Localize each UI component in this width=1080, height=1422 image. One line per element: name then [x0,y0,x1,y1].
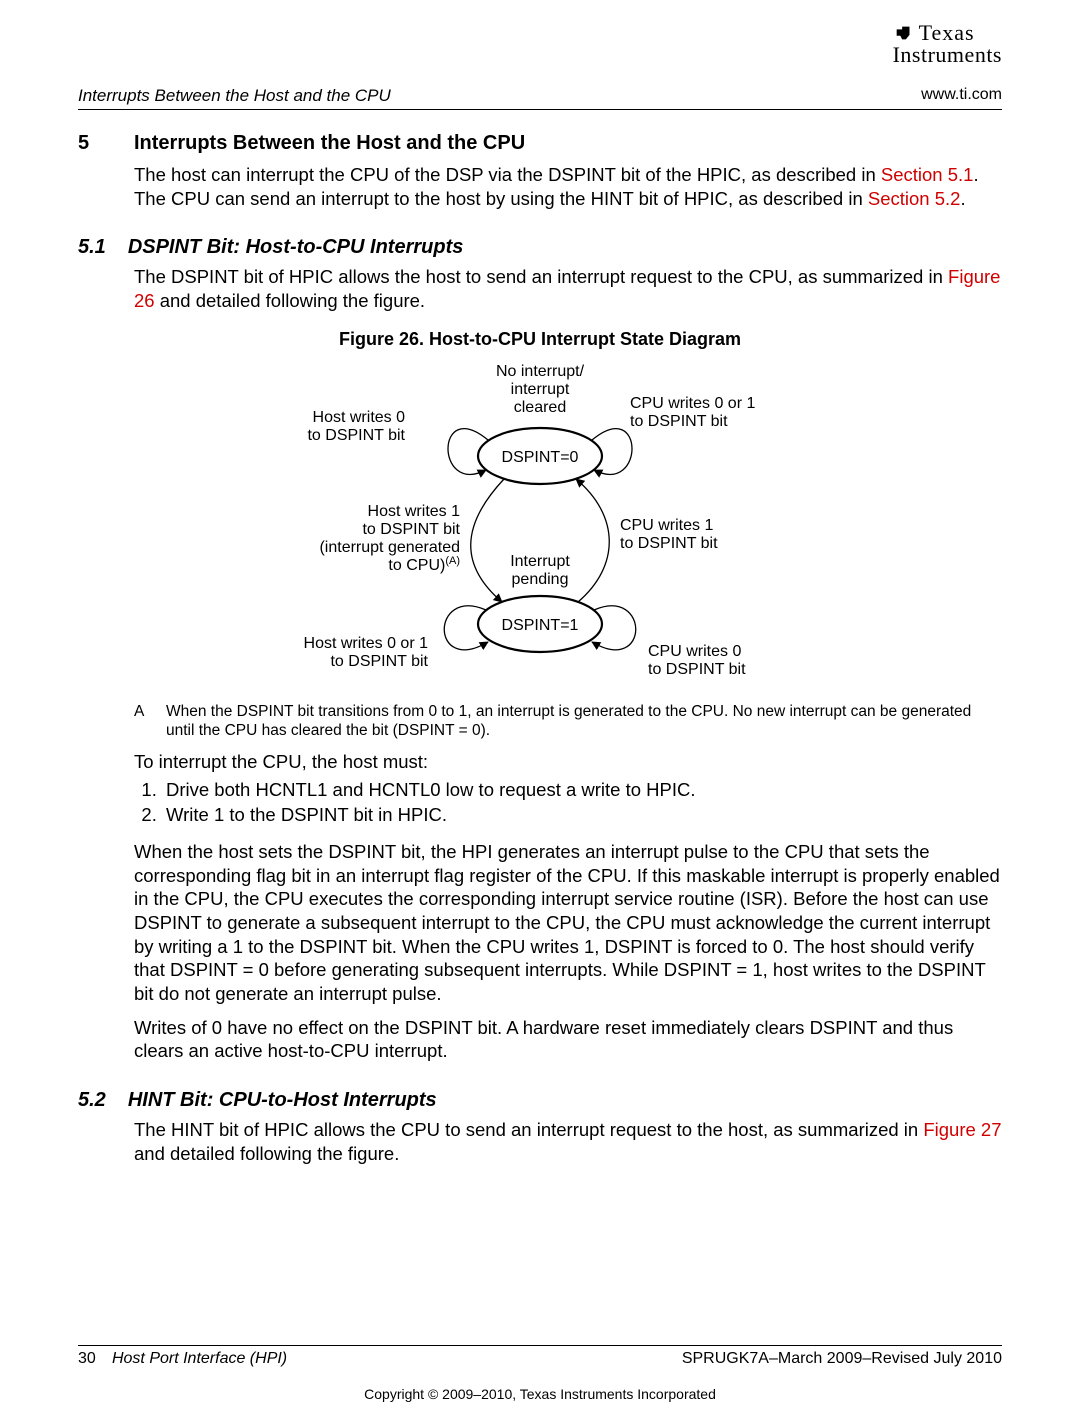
page-number: 30 [78,1350,96,1367]
figure-26-diagram: DSPINT=0 DSPINT=1 No interrupt/ interrup… [260,356,820,696]
section-5-heading: 5 Interrupts Between the Host and the CP… [78,132,1002,155]
footnote-mark: A [134,702,148,741]
section-5-1-p2: To interrupt the CPU, the host must: [134,750,1002,774]
section-title: Interrupts Between the Host and the CPU [134,132,525,155]
running-head-left: Interrupts Between the Host and the CPU [78,86,391,106]
svg-text:(interrupt generated: (interrupt generated [319,539,460,556]
figure-26-caption: Figure 26. Host-to-CPU Interrupt State D… [78,329,1002,350]
section-5-1-p3: When the host sets the DSPINT bit, the H… [134,840,1002,1006]
steps-list: Drive both HCNTL1 and HCNTL0 low to requ… [134,778,1002,828]
svg-text:to CPU)(A): to CPU)(A) [388,555,460,574]
xref-figure-27[interactable]: Figure 27 [923,1119,1001,1140]
svg-text:Host writes 1: Host writes 1 [368,503,461,520]
copyright: Copyright © 2009–2010, Texas Instruments… [78,1386,1002,1402]
doc-revision: SPRUGK7A–March 2009–Revised July 2010 [682,1350,1002,1368]
section-5-1-p1: The DSPINT bit of HPIC allows the host t… [134,265,1002,312]
section-5-intro: The host can interrupt the CPU of the DS… [134,163,1002,210]
xref-section-5-2[interactable]: Section 5.2 [868,188,961,209]
svg-text:pending: pending [512,571,569,588]
subsection-num: 5.2 [78,1089,106,1112]
svg-text:to DSPINT bit: to DSPINT bit [362,521,460,538]
svg-text:Interrupt: Interrupt [510,553,570,570]
subsection-num: 5.1 [78,236,106,259]
step-1: Drive both HCNTL1 and HCNTL0 low to requ… [162,778,1002,803]
svg-text:Host writes 0: Host writes 0 [313,409,406,426]
chip-icon [893,22,915,44]
svg-text:to DSPINT bit: to DSPINT bit [648,661,746,678]
state-dspint1: DSPINT=1 [502,617,579,634]
section-5-1-heading: 5.1 DSPINT Bit: Host-to-CPU Interrupts [78,236,1002,259]
logo-text-2: Instruments [893,42,1002,67]
subsection-title: DSPINT Bit: Host-to-CPU Interrupts [128,236,464,259]
svg-text:CPU writes 1: CPU writes 1 [620,517,713,534]
footnote-text: When the DSPINT bit transitions from 0 t… [166,702,1002,741]
section-5-2-p1: The HINT bit of HPIC allows the CPU to s… [134,1118,1002,1165]
subsection-title: HINT Bit: CPU-to-Host Interrupts [128,1089,437,1112]
section-num: 5 [78,132,100,155]
svg-text:cleared: cleared [514,399,566,416]
header-rule [78,109,1002,110]
svg-text:Host writes 0 or 1: Host writes 0 or 1 [304,635,429,652]
footer-rule [78,1345,1002,1346]
svg-text:to DSPINT bit: to DSPINT bit [620,535,718,552]
section-5-1-p4: Writes of 0 have no effect on the DSPINT… [134,1016,1002,1063]
step-2: Write 1 to the DSPINT bit in HPIC. [162,803,1002,828]
svg-text:to DSPINT bit: to DSPINT bit [307,427,405,444]
svg-text:to DSPINT bit: to DSPINT bit [630,413,728,430]
svg-text:CPU writes 0: CPU writes 0 [648,643,741,660]
figure-26-footnote: A When the DSPINT bit transitions from 0… [134,702,1002,741]
running-header: Interrupts Between the Host and the CPU … [78,86,1002,109]
xref-section-5-1[interactable]: Section 5.1 [881,164,974,185]
svg-text:CPU writes 0 or 1: CPU writes 0 or 1 [630,395,755,412]
svg-text:No interrupt/: No interrupt/ [496,363,585,380]
svg-text:interrupt: interrupt [511,381,570,398]
ti-logo: Texas Instruments [893,22,1002,66]
state-dspint0: DSPINT=0 [502,449,579,466]
running-head-right: www.ti.com [921,86,1002,106]
page-footer: 30 Host Port Interface (HPI) SPRUGK7A–Ma… [78,1345,1002,1402]
svg-text:to DSPINT bit: to DSPINT bit [330,653,428,670]
section-5-2-heading: 5.2 HINT Bit: CPU-to-Host Interrupts [78,1089,1002,1112]
doc-title: Host Port Interface (HPI) [112,1350,287,1367]
